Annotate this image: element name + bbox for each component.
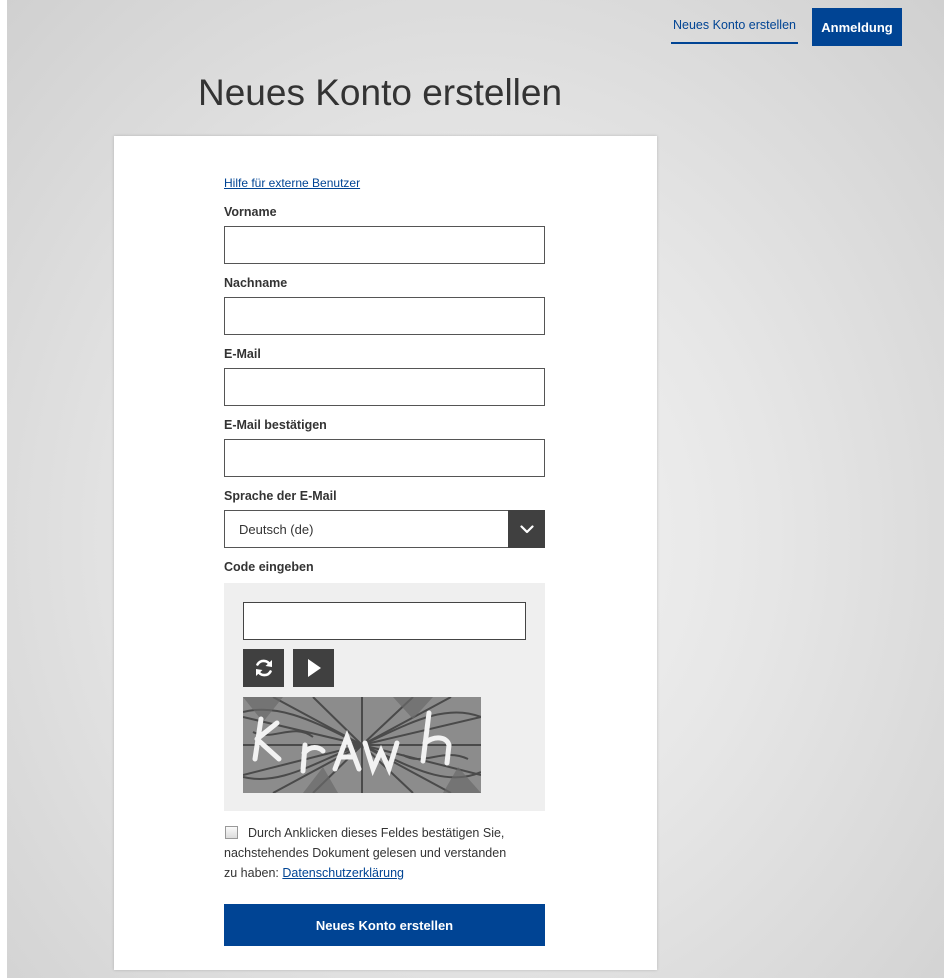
window-left-edge bbox=[0, 0, 7, 978]
firstname-label: Vorname bbox=[224, 205, 277, 219]
email-confirm-input[interactable] bbox=[224, 439, 545, 477]
consent-text-line-1: Durch Anklicken dieses Feldes bestätigen… bbox=[248, 826, 505, 840]
captcha-play-audio-button[interactable] bbox=[293, 649, 334, 687]
email-label: E-Mail bbox=[224, 347, 261, 361]
captcha-image bbox=[243, 697, 481, 793]
consent-text-prefix: zu haben: bbox=[224, 866, 283, 880]
captcha-input[interactable] bbox=[243, 602, 526, 640]
play-icon bbox=[307, 659, 321, 677]
firstname-input[interactable] bbox=[224, 226, 545, 264]
nav-link-create-account[interactable]: Neues Konto erstellen bbox=[671, 8, 798, 44]
lastname-input[interactable] bbox=[224, 297, 545, 335]
email-language-label: Sprache der E-Mail bbox=[224, 489, 337, 503]
consent-text-line-3: zu haben: Datenschutzerklärung bbox=[224, 863, 545, 883]
lastname-label: Nachname bbox=[224, 276, 288, 290]
captcha-label: Code eingeben bbox=[224, 560, 314, 574]
top-navigation: Neues Konto erstellen Anmeldung bbox=[671, 8, 902, 46]
email-confirm-label: E-Mail bestätigen bbox=[224, 418, 327, 432]
captcha-panel bbox=[224, 583, 545, 811]
privacy-policy-link[interactable]: Datenschutzerklärung bbox=[282, 866, 404, 880]
email-input[interactable] bbox=[224, 368, 545, 406]
login-button[interactable]: Anmeldung bbox=[812, 8, 902, 46]
email-language-select[interactable]: Deutsch (de) bbox=[224, 510, 545, 548]
captcha-refresh-button[interactable] bbox=[243, 649, 284, 687]
consent-text-line-2: nachstehendes Dokument gelesen und verst… bbox=[224, 846, 507, 860]
privacy-consent-checkbox[interactable] bbox=[225, 826, 238, 839]
registration-form: Hilfe für externe Benutzer Vorname Nachn… bbox=[224, 176, 545, 946]
privacy-consent: Durch Anklicken dieses Feldes bestätigen… bbox=[224, 823, 545, 883]
chevron-down-icon[interactable] bbox=[508, 510, 545, 548]
create-account-button[interactable]: Neues Konto erstellen bbox=[224, 904, 545, 946]
help-external-users-link[interactable]: Hilfe für externe Benutzer bbox=[224, 176, 545, 193]
registration-card: Hilfe für externe Benutzer Vorname Nachn… bbox=[114, 136, 657, 970]
page-title: Neues Konto erstellen bbox=[198, 72, 563, 113]
refresh-icon bbox=[255, 659, 272, 677]
email-language-selected-value: Deutsch (de) bbox=[239, 522, 314, 537]
